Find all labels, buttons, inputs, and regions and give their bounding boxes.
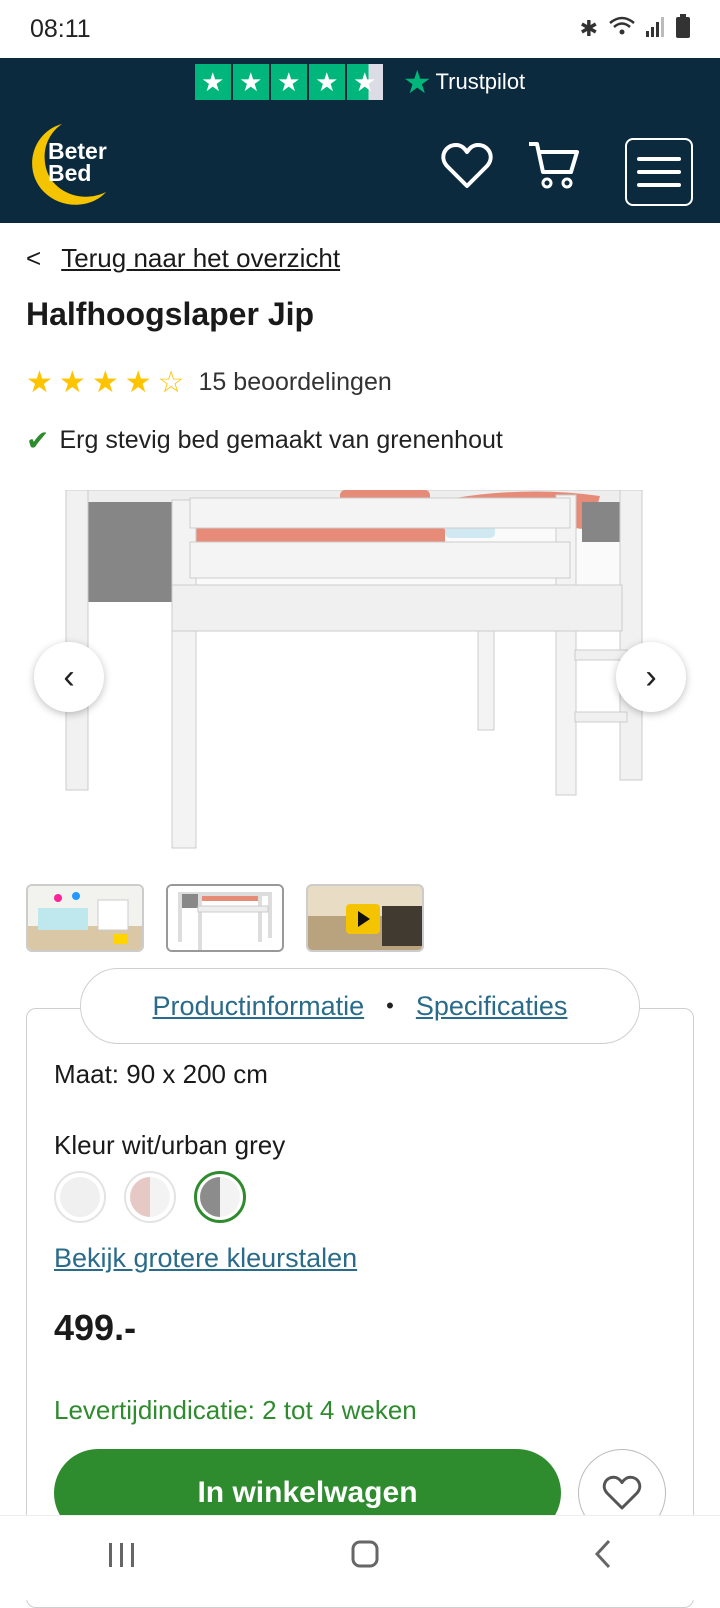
trustpilot-bar[interactable]: ★ ★ ★ ★ ★ ★ Trustpilot (0, 58, 720, 106)
usp-text: Erg stevig bed gemaakt van grenenhout (59, 426, 503, 454)
bigger-swatches-link[interactable]: Bekijk grotere kleurstalen (54, 1243, 357, 1274)
menu-button[interactable] (625, 138, 693, 206)
wifi-icon (608, 15, 636, 43)
product-rating[interactable]: ★ ★ ★ ★ ☆ 15 beoordelingen (26, 365, 392, 400)
product-price: 499.- (54, 1307, 137, 1348)
cart-icon (529, 142, 579, 189)
chevron-left-icon: < (26, 243, 42, 273)
product-title: Halfhoogslaper Jip (26, 296, 315, 332)
color-swatches (54, 1171, 246, 1223)
star-filled-icon: ★ (58, 366, 86, 399)
gallery-next-button[interactable]: › (616, 642, 686, 712)
trustpilot-half-star-icon: ★ (346, 64, 383, 100)
cart-button[interactable] (524, 136, 584, 196)
heart-icon (441, 143, 493, 188)
star-empty-icon: ☆ (157, 366, 185, 399)
trustpilot-star-icon: ★ (232, 64, 269, 100)
delivery-indication: Levertijdindicatie: 2 tot 4 weken (54, 1395, 417, 1425)
status-time: 08:11 (30, 14, 91, 43)
star-filled-icon: ★ (26, 366, 53, 399)
beter-bed-logo[interactable]: Beter Bed (22, 120, 122, 210)
thumbnail-video[interactable] (306, 884, 424, 952)
trustpilot-stars: ★ ★ ★ ★ ★ (194, 64, 383, 100)
back-button[interactable] (593, 1539, 613, 1578)
thumbnail-room[interactable] (26, 884, 144, 952)
size-label: Maat: 90 x 200 cm (54, 1059, 268, 1089)
hamburger-icon (637, 157, 681, 161)
status-bar: 08:11 ✱ (0, 0, 720, 58)
star-filled-icon: ★ (124, 366, 152, 399)
status-icons: ✱ (580, 14, 690, 44)
checkmark-icon: ✔ (26, 425, 50, 456)
home-icon (351, 1540, 379, 1567)
gallery-thumbnails (26, 884, 424, 952)
star-filled-icon: ★ (91, 366, 119, 399)
recent-apps-icon (108, 1542, 134, 1567)
product-usp: ✔ Erg stevig bed gemaakt van grenenhout (26, 424, 503, 457)
back-to-overview-link[interactable]: < Terug naar het overzicht (26, 243, 340, 274)
system-navigation-bar (0, 1515, 720, 1600)
tab-separator: • (386, 993, 394, 1018)
info-tabs: Productinformatie • Specificaties (80, 968, 640, 1044)
color-label: Kleur wit/urban grey (54, 1130, 286, 1160)
recent-apps-button[interactable] (107, 1539, 137, 1578)
wishlist-button[interactable] (437, 136, 497, 196)
product-image-gallery[interactable]: ‹ › (0, 489, 720, 860)
back-link-label: Terug naar het overzicht (61, 243, 341, 273)
site-header: Beter Bed (0, 106, 720, 223)
swatch-wit-urban-grey[interactable] (194, 1171, 246, 1223)
review-count: 15 beoordelingen (198, 368, 392, 396)
trustpilot-logo: ★ Trustpilot (403, 63, 525, 101)
home-button[interactable] (350, 1539, 380, 1578)
chevron-right-icon: › (645, 657, 657, 696)
product-image (65, 489, 643, 849)
tab-productinformatie[interactable]: Productinformatie (153, 991, 365, 1022)
trustpilot-star-icon: ★ (194, 64, 231, 100)
back-icon (595, 1539, 611, 1568)
thumbnail-bed[interactable] (166, 884, 284, 952)
gallery-prev-button[interactable]: ‹ (34, 642, 104, 712)
trustpilot-logo-star-icon: ★ (402, 64, 432, 100)
trustpilot-star-icon: ★ (308, 64, 345, 100)
signal-icon (646, 15, 666, 43)
swatch-wit-roze[interactable] (124, 1171, 176, 1223)
trustpilot-star-icon: ★ (270, 64, 307, 100)
bluetooth-icon: ✱ (579, 16, 598, 41)
chevron-left-icon: ‹ (63, 657, 75, 696)
heart-icon (602, 1475, 642, 1510)
battery-icon (676, 14, 690, 44)
logo-text: Beter Bed (48, 138, 107, 186)
trustpilot-label: Trustpilot (435, 69, 526, 94)
swatch-wit[interactable] (54, 1171, 106, 1223)
tab-specificaties[interactable]: Specificaties (416, 991, 568, 1022)
